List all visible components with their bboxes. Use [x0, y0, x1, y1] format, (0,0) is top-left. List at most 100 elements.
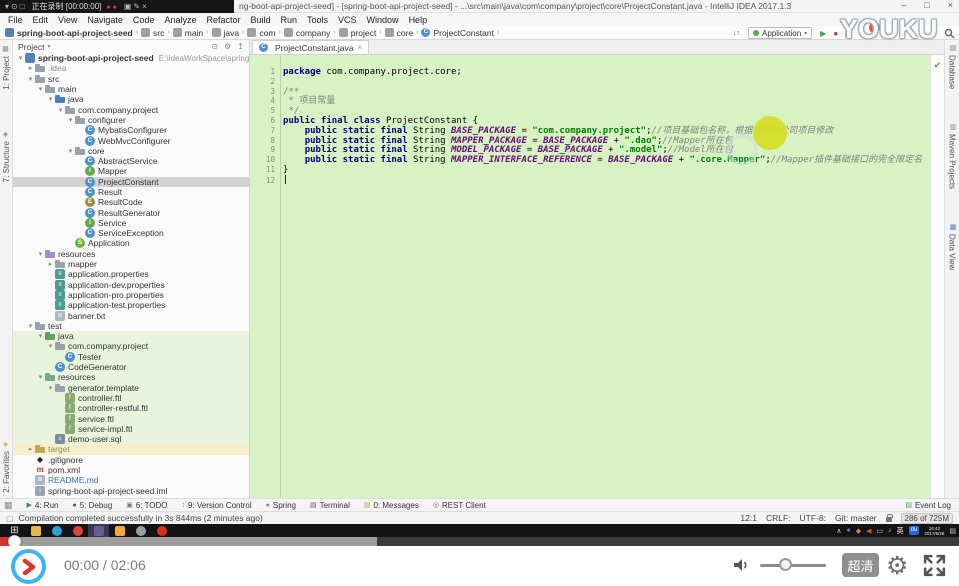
expand-icon[interactable]: ▾ [46, 95, 55, 103]
toolwindow-5--debug[interactable]: ●5: Debug [72, 501, 112, 510]
taskbar-app-5[interactable] [109, 524, 130, 537]
expand-icon[interactable]: ▾ [66, 147, 75, 155]
tree-row-MybatisConfigurer[interactable]: CMybatisConfigurer [13, 125, 249, 135]
tree-row-WebMvcConfigurer[interactable]: CWebMvcConfigurer [13, 135, 249, 145]
expand-icon[interactable]: ▾ [26, 75, 35, 83]
tree-row-CodeGenerator[interactable]: CCodeGenerator [13, 362, 249, 372]
tree-row-ProjectConstant[interactable]: CProjectConstant [13, 177, 249, 187]
code-line[interactable]: 12 [250, 175, 930, 185]
code-line[interactable]: 7 public static final String BASE_PACKAG… [250, 126, 930, 136]
toolwindow-6--todo[interactable]: ▣6: TODO [126, 501, 167, 510]
breadcrumb-spring-boot-api-project-seed[interactable]: spring-boot-api-project-seed [5, 28, 133, 38]
baidu-ime-icon[interactable]: du [909, 526, 920, 535]
toolwindow-spring[interactable]: ●Spring [266, 501, 296, 510]
menu-help[interactable]: Help [404, 15, 433, 25]
expand-icon[interactable]: ▾ [36, 250, 45, 258]
tree-row-spring-boot-api-project-seed.iml[interactable]: ispring-boot-api-project-seed.iml [13, 485, 249, 495]
tree-row-service.ftl[interactable]: fservice.ftl [13, 413, 249, 423]
close-button[interactable]: × [948, 0, 953, 10]
code-line[interactable]: 4 * 项目常量 [250, 96, 930, 106]
tree-row-Application[interactable]: SApplication [13, 238, 249, 248]
code-line[interactable]: 5 */ [250, 106, 930, 116]
recorder-tool-icon[interactable]: □ [20, 2, 25, 11]
tree-row-mapper[interactable]: ▸mapper [13, 259, 249, 269]
tree-row-src[interactable]: ▾src [13, 74, 249, 84]
tree-row-spring-boot-api-project-seed[interactable]: ▾spring-boot-api-project-seedE:\IdeaWork… [13, 53, 249, 63]
toolwindow-9--version-control[interactable]: ↕9: Version Control [182, 501, 252, 510]
code-line[interactable]: 6public final class ProjectConstant { [250, 116, 930, 126]
tray-icon[interactable]: ♪ [888, 527, 892, 534]
tree-row-application-test.properties[interactable]: ≡application-test.properties [13, 300, 249, 310]
recorder-tool-icon[interactable]: ▣ [124, 2, 132, 11]
tool-window-switcher-icon[interactable]: ▦ [4, 500, 13, 511]
tree-row-generator.template[interactable]: ▾generator.template [13, 383, 249, 393]
tree-row-Mapper[interactable]: IMapper [13, 166, 249, 176]
tree-row-resources[interactable]: ▾resources [13, 372, 249, 382]
tree-row-.idea[interactable]: ▸.idea [13, 63, 249, 73]
taskbar-app-1[interactable] [25, 524, 46, 537]
taskbar-app-3[interactable] [67, 524, 88, 537]
tree-row-Service[interactable]: IService [13, 218, 249, 228]
sort-icon[interactable]: ↓↑ [733, 30, 740, 37]
menu-tools[interactable]: Tools [302, 15, 333, 25]
tree-row-resources[interactable]: ▾resources [13, 249, 249, 259]
code-line[interactable]: 1package com.company.project.core; [250, 67, 930, 77]
tree-row-controller.ftl[interactable]: fcontroller.ftl [13, 393, 249, 403]
expand-icon[interactable]: ▸ [26, 445, 35, 453]
breadcrumb-java[interactable]: java [212, 28, 240, 38]
breadcrumb-project[interactable]: project [339, 28, 377, 38]
volume-slider[interactable] [760, 564, 826, 567]
toolwindow-terminal[interactable]: ▤Terminal [310, 501, 350, 510]
tree-row-test[interactable]: ▾test [13, 321, 249, 331]
recorder-tool-icon[interactable]: ⊙ [11, 2, 18, 11]
taskbar-app-7[interactable] [151, 524, 172, 537]
tree-row-application-pro.properties[interactable]: ≡application-pro.properties [13, 290, 249, 300]
code-line[interactable]: 8 public static final String MAPPER_PACK… [250, 136, 930, 146]
taskbar-app-4[interactable] [88, 524, 109, 537]
play-button[interactable] [11, 549, 46, 584]
tray-icon[interactable]: ◆ [856, 527, 861, 535]
expand-icon[interactable]: ▾ [66, 116, 75, 124]
quality-button[interactable]: 超清 [842, 553, 879, 577]
toolbar-run-icon[interactable]: ▶ [820, 29, 826, 38]
panel-tool-icon[interactable]: ↥ [237, 42, 244, 51]
expand-icon[interactable]: ▾ [36, 85, 45, 93]
tree-row-main[interactable]: ▾main [13, 84, 249, 94]
tab-projectconstant[interactable]: C ProjectConstant.java × [252, 40, 369, 54]
menu-window[interactable]: Window [362, 15, 404, 25]
expand-icon[interactable]: ▸ [26, 64, 35, 72]
file-encoding[interactable]: UTF-8: [800, 513, 826, 523]
taskbar-app-2[interactable] [46, 524, 67, 537]
tree-row-java[interactable]: ▾java [13, 94, 249, 104]
menu-navigate[interactable]: Navigate [82, 15, 128, 25]
project-panel-header[interactable]: Project ▾ ⊙⚙↥ [13, 40, 249, 53]
breadcrumb-company[interactable]: company [284, 28, 331, 38]
lock-icon[interactable] [886, 517, 892, 522]
menu-file[interactable]: File [3, 15, 28, 25]
tree-row-Tester[interactable]: CTester [13, 352, 249, 362]
menu-edit[interactable]: Edit [28, 15, 54, 25]
tree-row-core[interactable]: ▾core [13, 146, 249, 156]
tree-row-controller-restful.ftl[interactable]: fcontroller-restful.ftl [13, 403, 249, 413]
tree-row-service-impl.ftl[interactable]: fservice-impl.ftl [13, 424, 249, 434]
breadcrumb-com[interactable]: com [247, 28, 275, 38]
breadcrumb-core[interactable]: core [385, 28, 414, 38]
menu-build[interactable]: Build [245, 15, 275, 25]
status-icon[interactable]: ▢ [6, 514, 14, 523]
menu-view[interactable]: View [53, 15, 82, 25]
menu-refactor[interactable]: Refactor [201, 15, 245, 25]
code-line[interactable]: 11} [250, 165, 930, 175]
recorder-tool-icon[interactable]: ✎ [133, 2, 140, 11]
expand-icon[interactable]: ▾ [56, 106, 65, 114]
volume-icon[interactable] [732, 557, 750, 578]
expand-icon[interactable]: ▾ [46, 384, 55, 392]
breadcrumb-main[interactable]: main [173, 28, 203, 38]
breadcrumb-src[interactable]: src [141, 28, 164, 38]
panel-tool-icon[interactable]: ⚙ [224, 42, 231, 51]
tree-row-application-dev.properties[interactable]: ≡application-dev.properties [13, 280, 249, 290]
volume-slider-handle[interactable] [779, 558, 792, 571]
line-endings[interactable]: CRLF: [766, 513, 791, 523]
expand-icon[interactable]: ▾ [26, 322, 35, 330]
toolstrip-maven-projects[interactable]: ▥Maven Projects [948, 123, 957, 189]
code-line[interactable]: 3/** [250, 87, 930, 97]
